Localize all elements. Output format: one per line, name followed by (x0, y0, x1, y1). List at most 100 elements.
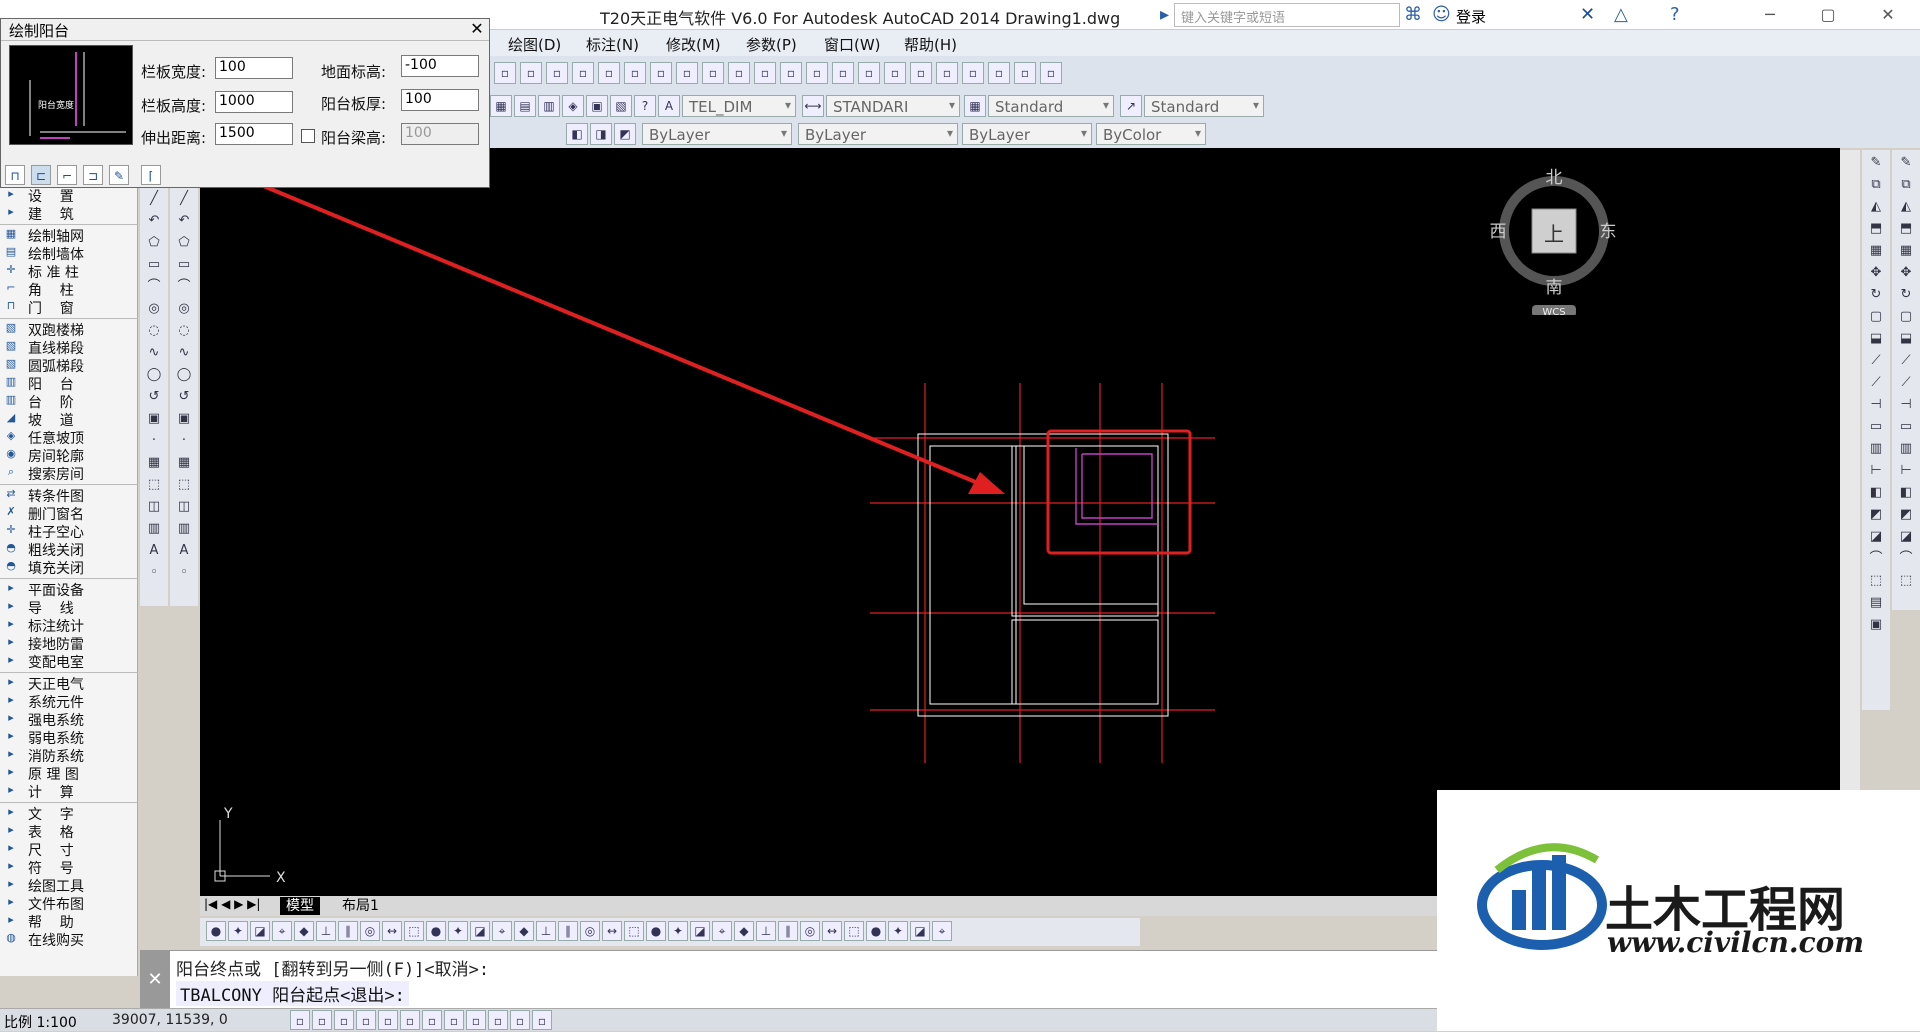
standard-tool-icon[interactable]: ▫ (676, 62, 698, 84)
menu-modify[interactable]: 修改(M) (666, 34, 721, 55)
modify-tool-icon[interactable]: ⧉ (1897, 176, 1915, 194)
mode-straight-icon[interactable]: ⊓ (5, 165, 25, 185)
command-line[interactable]: ✕ 阳台终点或 [翻转到另一侧(F)]<取消>: TBALCONY 阳台起点<退… (140, 950, 1440, 1009)
osnap-icon[interactable]: ◪ (250, 921, 270, 941)
modify-tool-icon[interactable]: ⬚ (1867, 572, 1885, 590)
table-style-icon[interactable]: ▦ (964, 95, 986, 117)
osnap-icon[interactable]: ⬚ (624, 921, 644, 941)
standard-tool-icon[interactable]: ▫ (936, 62, 958, 84)
sidebar-item[interactable]: ▸ 消防系统 (0, 746, 138, 765)
exchange-icon[interactable]: ✕ (1580, 4, 1595, 25)
osnap-icon[interactable]: ⬚ (844, 921, 864, 941)
modify-tool-icon[interactable]: ⟋ (1897, 352, 1915, 370)
osnap-icon[interactable]: ◎ (580, 921, 600, 941)
standard-tool-icon[interactable]: ▫ (962, 62, 984, 84)
draw-tool-icon[interactable]: ╱ (145, 190, 163, 208)
draw-tool-icon[interactable]: A (145, 542, 163, 560)
mode-draw-icon[interactable]: ✎ (109, 165, 129, 185)
osnap-icon[interactable]: ↔ (602, 921, 622, 941)
modify-tool-icon[interactable]: ▢ (1867, 308, 1885, 326)
osnap-icon[interactable]: ⌖ (712, 921, 732, 941)
modify-tool-icon[interactable]: ⟋ (1897, 374, 1915, 392)
viewcube[interactable]: 上 北 南 东 西 WCS (1490, 165, 1620, 318)
osnap-icon[interactable]: ↔ (822, 921, 842, 941)
sidebar-item[interactable]: ▸ 建 筑 (0, 204, 138, 223)
sidebar-item[interactable]: ▸ 绘图工具 (0, 876, 138, 895)
sidebar-item[interactable]: ◍ 在线购买 (0, 930, 138, 949)
modify-tool-icon[interactable]: ⊢ (1897, 462, 1915, 480)
standard-tool-icon[interactable]: ▫ (520, 62, 542, 84)
ground-elev-input[interactable]: -100 (401, 55, 479, 77)
draw-tool-icon[interactable]: ▣ (145, 410, 163, 428)
draw-tool-icon[interactable]: ⌒ (145, 278, 163, 296)
modify-tool-icon[interactable]: ↻ (1867, 286, 1885, 304)
osnap-icon[interactable]: ◎ (800, 921, 820, 941)
osnap-icon[interactable]: ∥ (338, 921, 358, 941)
modify-tool-icon[interactable]: ▦ (1897, 242, 1915, 260)
sidebar-item[interactable]: ▸ 变配电室 (0, 652, 138, 671)
osnap-icon[interactable]: ● (866, 921, 886, 941)
menu-draw[interactable]: 绘图(D) (508, 34, 561, 55)
search-input[interactable]: 键入关键字或短语 (1174, 3, 1400, 27)
standard-tool-icon[interactable]: ▫ (1040, 62, 1062, 84)
modify-tool-icon[interactable]: ⌒ (1867, 550, 1885, 568)
status-toggle-icon[interactable]: ▫ (422, 1010, 442, 1030)
status-toggle-icon[interactable]: ▫ (488, 1010, 508, 1030)
standard-tool-icon[interactable]: ▫ (494, 62, 516, 84)
status-toggle-icon[interactable]: ▫ (400, 1010, 420, 1030)
standard-tool-icon[interactable]: ▫ (546, 62, 568, 84)
modify-tool-icon[interactable]: ⟋ (1867, 352, 1885, 370)
modify-tool-icon[interactable]: ◩ (1867, 506, 1885, 524)
draw-tool-icon[interactable]: ◫ (175, 498, 193, 516)
lineweight-select[interactable]: ByLayer (962, 123, 1092, 145)
standard-tool-icon[interactable]: ▫ (988, 62, 1010, 84)
modify-tool-icon[interactable]: ⬓ (1897, 330, 1915, 348)
sidebar-item[interactable]: ✛ 标 准 柱 (0, 262, 138, 281)
close-window-button[interactable]: ✕ (1868, 2, 1908, 28)
modify-tool-icon[interactable]: ↻ (1897, 286, 1915, 304)
modify-tool-icon[interactable]: ▥ (1897, 440, 1915, 458)
linetype-select[interactable]: ByLayer (798, 123, 958, 145)
osnap-icon[interactable]: ⌖ (272, 921, 292, 941)
mode-corner-icon[interactable]: ⌐ (57, 165, 77, 185)
sidebar-item[interactable]: ▧ 直线梯段 (0, 338, 138, 357)
draw-tool-icon[interactable]: · (175, 432, 193, 450)
standard-tool-icon[interactable]: ▫ (858, 62, 880, 84)
osnap-icon[interactable]: ↔ (382, 921, 402, 941)
sidebar-item[interactable]: ▸ 尺 寸 (0, 840, 138, 859)
draw-tool-icon[interactable]: ↺ (175, 388, 193, 406)
draw-tool-icon[interactable]: ▦ (175, 454, 193, 472)
sidebar-item[interactable]: ▸ 文件布图 (0, 894, 138, 913)
plotstyle-select[interactable]: ByColor (1096, 123, 1206, 145)
draw-tool-icon[interactable]: ╱ (175, 190, 193, 208)
rail-width-input[interactable]: 100 (215, 57, 293, 79)
mode-select-icon[interactable]: ⌈ (141, 165, 161, 185)
modify-tool-icon[interactable]: ◭ (1867, 198, 1885, 216)
modify-tool-icon[interactable]: ⊣ (1867, 396, 1885, 414)
modify-tool-icon[interactable]: ◧ (1867, 484, 1885, 502)
standard-tool-icon[interactable]: ▫ (624, 62, 646, 84)
modify-tool-icon[interactable]: ◪ (1897, 528, 1915, 546)
modify-tool-icon[interactable]: ▭ (1897, 418, 1915, 436)
login-link[interactable]: 登录 (1456, 6, 1486, 27)
sidebar-item[interactable]: ▸ 帮 助 (0, 912, 138, 931)
standard-tool-icon[interactable]: ▫ (702, 62, 724, 84)
osnap-icon[interactable]: ⊥ (536, 921, 556, 941)
sidebar-item[interactable]: ▸ 天正电气 (0, 674, 138, 693)
dim-style-icon[interactable]: ⟷ (802, 95, 824, 117)
binoculars-icon[interactable]: ⌘ (1404, 4, 1422, 25)
close-icon[interactable]: ✕ (467, 19, 487, 39)
extend-input[interactable]: 1500 (215, 123, 293, 145)
draw-tool-icon[interactable]: ◫ (145, 498, 163, 516)
osnap-icon[interactable]: ⌖ (492, 921, 512, 941)
tab-layout1[interactable]: 布局1 (336, 897, 385, 915)
tool-icon[interactable]: ▥ (538, 95, 560, 117)
close-icon[interactable]: ✕ (140, 951, 170, 1009)
help-icon[interactable]: ? (634, 95, 656, 117)
osnap-icon[interactable]: ● (646, 921, 666, 941)
draw-tool-icon[interactable]: · (145, 432, 163, 450)
modify-tool-icon[interactable]: ⊣ (1897, 396, 1915, 414)
osnap-icon[interactable]: ◪ (690, 921, 710, 941)
draw-tool-icon[interactable]: ▥ (175, 520, 193, 538)
draw-tool-icon[interactable]: ◦ (145, 564, 163, 582)
